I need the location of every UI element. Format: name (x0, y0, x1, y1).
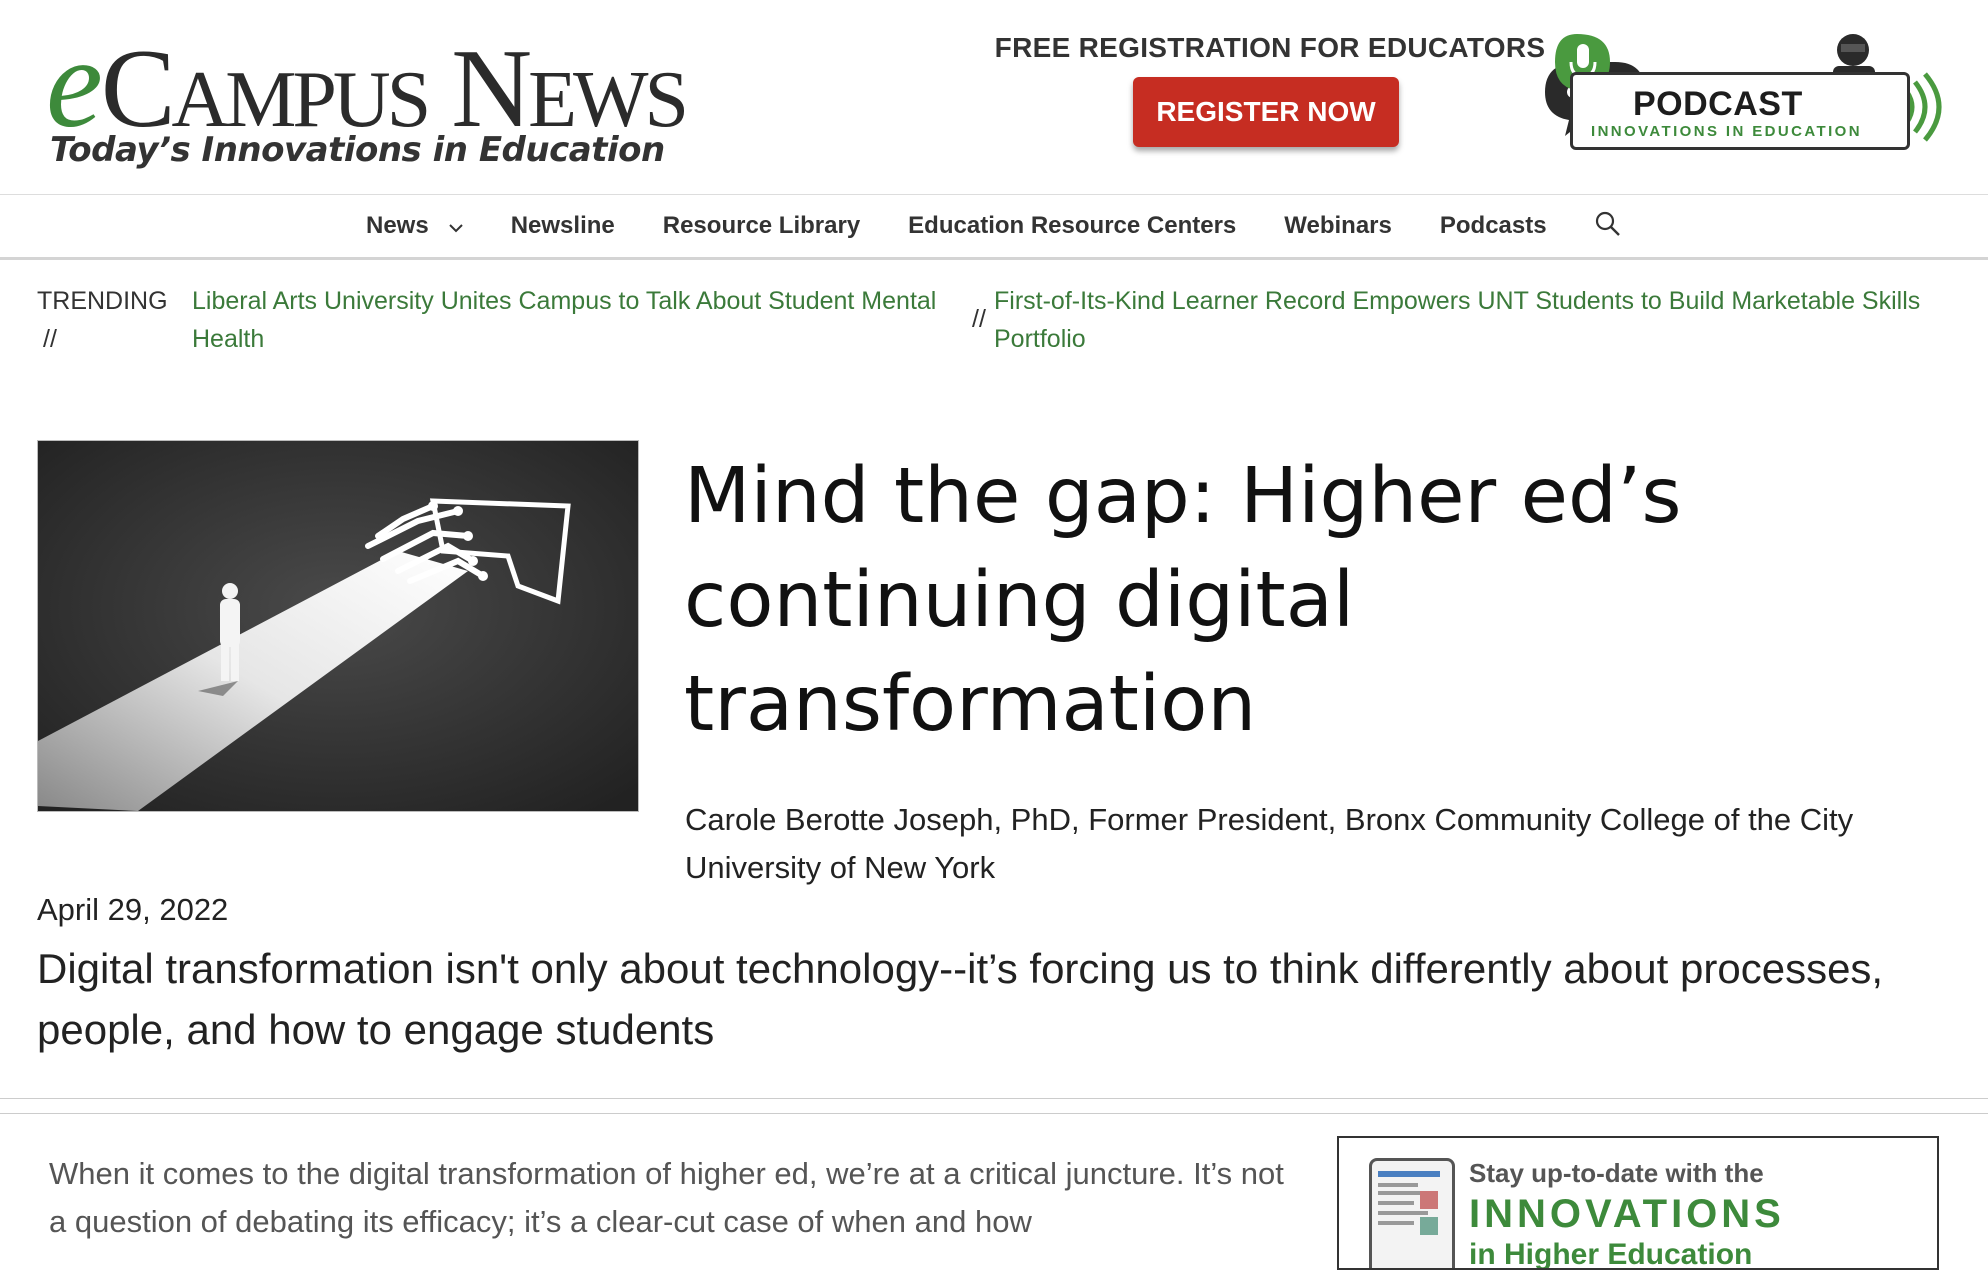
article-hero-image (37, 440, 639, 812)
article-date: April 29, 2022 (37, 892, 229, 927)
nav-item-resource-library[interactable]: Resource Library (663, 212, 860, 240)
trending-separator: // (43, 325, 57, 353)
podcast-subtitle: INNOVATIONS IN EDUCATION (1591, 123, 1862, 140)
trending-link[interactable]: Liberal Arts University Unites Campus to… (192, 282, 982, 358)
logo-tagline: Today’s Innovations in Education (50, 130, 665, 170)
newsletter-line3: in Higher Education (1469, 1238, 1753, 1270)
podcast-title: PODCAST (1633, 85, 1803, 123)
nav-items: News Newsline Resource Library Education… (366, 195, 1621, 257)
newsletter-line1: Stay up-to-date with the (1469, 1158, 1764, 1188)
trending-separator: // (972, 305, 986, 333)
register-now-button[interactable]: REGISTER NOW (1133, 77, 1399, 147)
article-body: When it comes to the digital transformat… (49, 1156, 1284, 1239)
site-header: eCAMPUS NEWS Today’s Innovations in Educ… (0, 0, 1988, 194)
registration-promo: FREE REGISTRATION FOR EDUCATORS REGISTER… (990, 32, 1550, 147)
section-divider (0, 1098, 1988, 1114)
trending-link[interactable]: First-of-Its-Kind Learner Record Empower… (994, 282, 1974, 358)
search-icon[interactable] (1595, 211, 1621, 242)
phone-icon (1369, 1158, 1455, 1268)
promo-text: FREE REGISTRATION FOR EDUCATORS (994, 32, 1546, 63)
article-title: Mind the gap: Higher ed’s continuing dig… (684, 452, 1682, 749)
main-navigation: News Newsline Resource Library Education… (0, 194, 1988, 260)
nav-item-podcasts[interactable]: Podcasts (1440, 212, 1547, 240)
site-logo[interactable]: eCAMPUS NEWS Today’s Innovations in Educ… (46, 18, 689, 178)
podcast-banner[interactable]: PODCAST INNOVATIONS IN EDUCATION (1535, 32, 1960, 152)
trending-bar: TRENDING // Liberal Arts University Unit… (37, 282, 1967, 362)
chevron-down-icon[interactable] (448, 212, 463, 240)
nav-item-webinars[interactable]: Webinars (1284, 212, 1392, 240)
podcast-box: PODCAST INNOVATIONS IN EDUCATION (1570, 72, 1910, 150)
trending-label: TRENDING (37, 287, 168, 315)
nav-item-newsline[interactable]: Newsline (511, 212, 615, 240)
article-byline: Carole Berotte Joseph, PhD, Former Presi… (685, 802, 1854, 885)
nav-item-news[interactable]: News (366, 212, 463, 240)
nav-item-label: News (366, 212, 429, 239)
article-deck: Digital transformation isn't only about … (37, 945, 1884, 1053)
nav-item-education-resource-centers[interactable]: Education Resource Centers (908, 212, 1236, 240)
newsletter-line2: INNOVATIONS (1469, 1192, 1785, 1236)
